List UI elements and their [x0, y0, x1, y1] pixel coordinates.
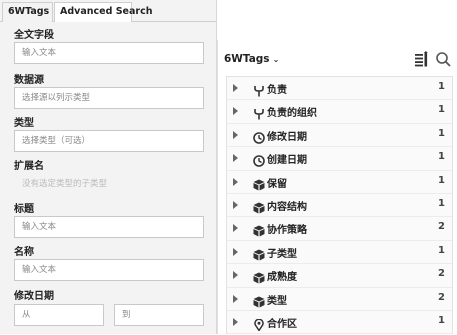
- tree-row-count: 2: [438, 291, 445, 303]
- tree-row[interactable]: 子类型 1: [227, 241, 452, 265]
- expand-arrow-icon[interactable]: [233, 294, 238, 303]
- title-label: 标题: [14, 204, 34, 215]
- expand-arrow-icon[interactable]: [233, 271, 238, 280]
- extension-label: 扩展名: [14, 161, 44, 172]
- tree-row[interactable]: 负责 1: [227, 77, 452, 101]
- tree-row[interactable]: 类型 2: [227, 288, 452, 311]
- tab-bar: 6WTags⌄ Advanced Search: [0, 0, 217, 22]
- fork-icon: [253, 82, 265, 97]
- search-icon[interactable]: [436, 52, 451, 67]
- expand-arrow-icon[interactable]: [233, 224, 238, 233]
- expand-arrow-icon[interactable]: [233, 107, 238, 116]
- expand-arrow-icon[interactable]: [233, 177, 238, 186]
- tree-row[interactable]: 创建日期 1: [227, 147, 452, 171]
- tree-row[interactable]: 保留 1: [227, 171, 452, 194]
- tree-row-count: 1: [438, 127, 445, 139]
- tree-row[interactable]: 修改日期 1: [227, 124, 452, 148]
- expand-arrow-icon[interactable]: [233, 318, 238, 326]
- extension-select: 没有选定类型的子类型: [14, 173, 204, 195]
- cube-icon: [253, 176, 265, 191]
- expand-arrow-icon[interactable]: [233, 154, 238, 163]
- cube-icon: [253, 199, 265, 214]
- tree-row-label: 成熟度: [267, 272, 297, 284]
- tab-6wtags[interactable]: 6WTags⌄: [2, 2, 59, 22]
- tab-label: Advanced Search: [60, 6, 153, 17]
- pin-icon: [253, 316, 265, 332]
- panel-title-text: 6WTags: [224, 53, 270, 65]
- fork-icon: [253, 105, 265, 120]
- tree-row-count: 1: [438, 174, 445, 186]
- panel-toolbar: [413, 51, 453, 67]
- source-label: 数据源: [14, 75, 44, 86]
- tree-row-label: 类型: [267, 295, 287, 307]
- tags-panel-title[interactable]: 6WTags ⌄: [224, 53, 279, 65]
- source-select[interactable]: 选择源以列示类型: [14, 87, 204, 109]
- tree-row-count: 1: [438, 104, 445, 116]
- tree-row-count: 2: [438, 221, 445, 233]
- tree-row-count: 1: [438, 198, 445, 209]
- tree-row-label: 创建日期: [267, 155, 307, 167]
- cube-icon: [253, 246, 265, 261]
- tree-row-label: 修改日期: [267, 131, 307, 143]
- expand-arrow-icon[interactable]: [233, 130, 238, 139]
- expand-arrow-icon[interactable]: [233, 201, 238, 209]
- cube-icon: [253, 222, 265, 237]
- tags-tree: 负责 1 负责的组织 1 修改日期 1 创建日期 1 保留 1 内容结构 1 协作策略 2 子类型 1 成熟度 2…: [226, 76, 453, 335]
- title-input[interactable]: 输入文本: [14, 216, 204, 238]
- tree-row-label: 子类型: [267, 248, 297, 260]
- advanced-search-panel: 6WTags⌄ Advanced Search 全文字段 输入文本 数据源 选择…: [0, 0, 217, 334]
- tree-row[interactable]: 负责的组织 1: [227, 100, 452, 124]
- name-label: 名称: [14, 247, 34, 258]
- cube-icon: [253, 293, 265, 308]
- tree-row[interactable]: 成熟度 2: [227, 264, 452, 288]
- tags-panel: 6WTags ⌄ 负责 1 负责的组织 1 修改日期 1 创建日期 1 保留 1 内容结构 1 协作策略 2…: [217, 40, 457, 335]
- tree-row[interactable]: 合作区 1: [227, 311, 452, 335]
- expand-arrow-icon[interactable]: [233, 84, 238, 92]
- tree-row-label: 合作区: [267, 319, 297, 330]
- date-from-input[interactable]: 从: [14, 304, 104, 326]
- tree-row[interactable]: 内容结构 1: [227, 194, 452, 218]
- tab-advanced-search[interactable]: Advanced Search: [54, 2, 152, 22]
- tab-label: 6WTags: [8, 6, 50, 17]
- chevron-down-icon: ⌄: [272, 55, 280, 64]
- name-input[interactable]: 输入文本: [14, 259, 204, 281]
- tree-row-label: 协作策略: [267, 225, 307, 237]
- tree-row-count: 1: [438, 81, 445, 92]
- clock-icon: [253, 152, 265, 167]
- tree-row-count: 1: [438, 315, 445, 326]
- date-to-input[interactable]: 到: [114, 304, 204, 326]
- tree-row-count: 1: [438, 244, 445, 256]
- tree-row-label: 内容结构: [267, 202, 307, 213]
- tree-row[interactable]: 协作策略 2: [227, 217, 452, 241]
- cube-icon: [253, 269, 265, 284]
- tree-row-count: 1: [438, 151, 445, 163]
- tree-row-label: 负责的组织: [267, 108, 317, 120]
- tree-row-label: 保留: [267, 178, 287, 190]
- tree-row-label: 负责: [267, 85, 287, 96]
- expand-arrow-icon[interactable]: [233, 247, 238, 256]
- tree-row-count: 2: [438, 268, 445, 280]
- list-icon[interactable]: [415, 51, 428, 67]
- type-label: 类型: [14, 118, 34, 129]
- clock-icon: [253, 129, 265, 144]
- fulltext-input[interactable]: 输入文本: [14, 42, 204, 64]
- type-select[interactable]: 选择类型（可选）: [14, 130, 204, 152]
- fulltext-label: 全文字段: [14, 30, 54, 41]
- modified-date-label: 修改日期: [14, 291, 54, 302]
